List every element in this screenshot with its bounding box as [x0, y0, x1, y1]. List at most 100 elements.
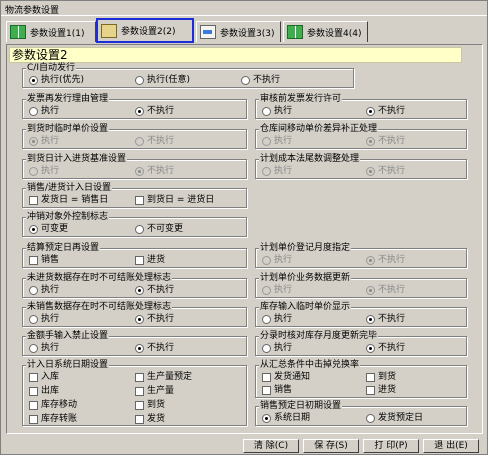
date-inbound[interactable]: 入库 [29, 372, 59, 382]
checkbox-icon [29, 195, 38, 205]
warehouse-transfer-no[interactable]: 不执行 [366, 136, 405, 146]
book-icon [287, 25, 303, 39]
radio-icon [262, 136, 271, 146]
plan-price-period-no[interactable]: 不执行 [366, 255, 405, 265]
ci-auto-no[interactable]: 不执行 [241, 75, 280, 85]
unit-price-arrival-no[interactable]: 不执行 [135, 136, 174, 146]
scroll-icon [101, 23, 117, 38]
invoice-reissue-group: 发票再发行理由管理 执行 不执行 [22, 94, 247, 119]
ci-auto-priority[interactable]: 执行(优先) [29, 75, 84, 85]
cost-rounding-group: 计划成本法尾数调整处理 执行 不执行 [255, 154, 467, 179]
exclude-sales[interactable]: 销售 [262, 385, 292, 395]
stock-temp-price-yes[interactable]: 执行 [262, 314, 292, 324]
radio-icon [366, 314, 375, 324]
ci-auto-group: C/I自动发行 执行(优先) 执行(任意) 不执行 [22, 63, 354, 88]
radio-icon [29, 75, 38, 85]
plan-price-update-no[interactable]: 不执行 [366, 285, 405, 295]
group-title: 分录时核对库存月度更新完毕 [259, 331, 379, 341]
tab-settings-1[interactable]: 参数设置1(1) [6, 21, 96, 42]
checkbox-icon [135, 255, 144, 265]
audit-pre-invoice-no[interactable]: 不执行 [366, 106, 405, 116]
radio-icon [241, 75, 250, 85]
radio-icon [135, 224, 144, 234]
exclude-arrival[interactable]: 到货 [366, 372, 396, 382]
date-stock-move[interactable]: 库存移动 [29, 400, 77, 410]
amount-manual-ban-no[interactable]: 不执行 [135, 343, 174, 353]
radio-icon [366, 413, 375, 423]
radio-icon [262, 413, 271, 423]
arrival-day-basis-no[interactable]: 不执行 [135, 166, 174, 176]
exclude-ship-notice[interactable]: 发货通知 [262, 372, 310, 382]
radio-icon [29, 106, 38, 116]
radio-icon [262, 255, 271, 265]
group-title: 金额手输入禁止设置 [26, 331, 110, 341]
unpurchased-flag-group: 未进货数据存在时不可结账处理标志 执行 不执行 [22, 273, 247, 298]
stock-temp-price-no[interactable]: 不执行 [366, 314, 405, 324]
radio-icon [262, 314, 271, 324]
cost-rounding-no[interactable]: 不执行 [366, 166, 405, 176]
audit-pre-invoice-yes[interactable]: 执行 [262, 106, 292, 116]
clear-button[interactable]: 清 除(C) [243, 439, 299, 453]
amount-manual-ban-group: 金额手输入禁止设置 执行 不执行 [22, 331, 247, 356]
system-date-setting-group: 计入日系统日期设置 入库 生产量预定 出库 生产量 库存移动 到货 库存转账 发… [22, 360, 247, 426]
stock-month-update-no[interactable]: 不执行 [366, 343, 405, 353]
arrival-day-basis-group: 到货日计入进货基准设置 执行 不执行 [22, 154, 247, 179]
group-title: 未销售数据存在时不可结账处理标志 [26, 302, 173, 312]
ship-date-equals-sales[interactable]: 发货日 = 销售日 [29, 195, 108, 205]
plan-price-period-yes[interactable]: 执行 [262, 255, 292, 265]
radio-icon [366, 136, 375, 146]
offset-changeable[interactable]: 可变更 [29, 224, 68, 234]
tab-settings-2[interactable]: 参数设置2(2) [96, 18, 194, 43]
sales-plan-system-date[interactable]: 系统日期 [262, 413, 310, 423]
invoice-reissue-no[interactable]: 不执行 [135, 106, 174, 116]
exit-button[interactable]: 退 出(E) [423, 439, 479, 453]
unit-price-arrival-yes[interactable]: 执行 [29, 136, 59, 146]
stock-month-update-yes[interactable]: 执行 [262, 343, 292, 353]
offset-unchangeable[interactable]: 不可变更 [135, 224, 183, 234]
unpurchased-flag-yes[interactable]: 执行 [29, 285, 59, 295]
date-production[interactable]: 生产量 [135, 386, 174, 396]
radio-icon [29, 224, 38, 234]
tab-settings-4[interactable]: 参数设置4(4) [283, 21, 368, 42]
arrival-date-equals-purchase[interactable]: 到货日 = 进货日 [135, 195, 214, 205]
warehouse-transfer-yes[interactable]: 执行 [262, 136, 292, 146]
book-icon [10, 25, 26, 39]
date-production-plan[interactable]: 生产量预定 [135, 372, 192, 382]
tab-strip: 参数设置1(1) 参数设置2(2) 参数设置3(3) 参数设置4(4) [4, 18, 484, 44]
ci-auto-any[interactable]: 执行(任意) [135, 75, 190, 85]
group-title: 销售预定日初期设置 [259, 401, 343, 411]
settlement-sales[interactable]: 销售 [29, 255, 59, 265]
tab-settings-3[interactable]: 参数设置3(3) [196, 21, 281, 42]
group-title: 未进货数据存在时不可结账处理标志 [26, 273, 173, 283]
amount-manual-ban-yes[interactable]: 执行 [29, 343, 59, 353]
radio-icon [262, 343, 271, 353]
save-button[interactable]: 保 存(S) [303, 439, 359, 453]
group-title: 计划单价业务数据更新 [259, 273, 352, 283]
sales-plan-ship-date[interactable]: 发货预定日 [366, 413, 423, 423]
date-shipment[interactable]: 发货 [135, 414, 165, 424]
print-button[interactable]: 打 印(P) [363, 439, 419, 453]
sales-purchase-date-group: 销售/进货计入日设置 发货日 = 销售日 到货日 = 进货日 [22, 183, 247, 208]
cost-rounding-yes[interactable]: 执行 [262, 166, 292, 176]
group-title: 销售/进货计入日设置 [26, 183, 113, 193]
radio-icon [29, 166, 38, 176]
date-stock-transfer[interactable]: 库存转账 [29, 414, 77, 424]
radio-icon [135, 314, 144, 324]
stock-temp-price-group: 库存输入临时单价显示 执行 不执行 [255, 302, 467, 327]
invoice-reissue-yes[interactable]: 执行 [29, 106, 59, 116]
date-outbound[interactable]: 出库 [29, 386, 59, 396]
checkbox-icon [135, 400, 144, 410]
settlement-purchase[interactable]: 进货 [135, 255, 165, 265]
date-arrival[interactable]: 到货 [135, 400, 165, 410]
plan-price-period-group: 计划单价登记月度指定 执行 不执行 [255, 243, 467, 268]
plan-price-update-yes[interactable]: 执行 [262, 285, 292, 295]
arrival-day-basis-yes[interactable]: 执行 [29, 166, 59, 176]
unsold-flag-no[interactable]: 不执行 [135, 314, 174, 324]
parameter-settings-window: 物流参数设置 参数设置1(1) 参数设置2(2) 参数设置3(3) 参数设置4(… [0, 0, 488, 455]
group-title: 从汇总条件中击掉兑换率 [259, 360, 361, 370]
group-title: 到货时临时单价设置 [26, 124, 110, 134]
unpurchased-flag-no[interactable]: 不执行 [135, 285, 174, 295]
radio-icon [366, 106, 375, 116]
unsold-flag-yes[interactable]: 执行 [29, 314, 59, 324]
exclude-purchase[interactable]: 进货 [366, 385, 396, 395]
